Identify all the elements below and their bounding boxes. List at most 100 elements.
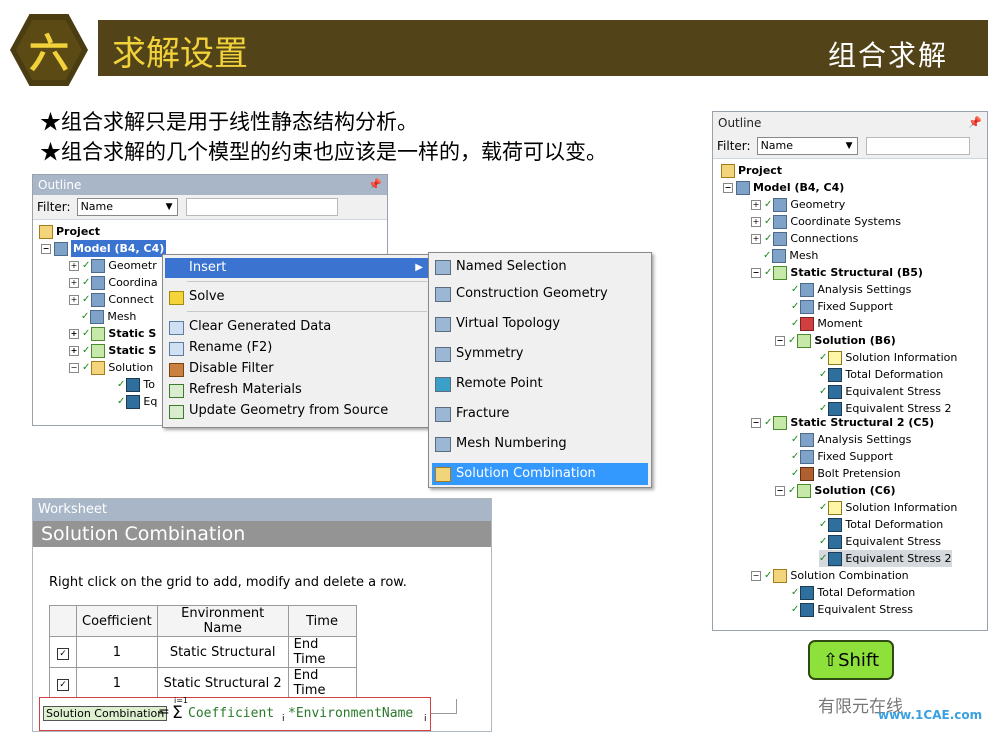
collapse-icon[interactable]: − [751, 570, 761, 581]
formula-box: Solution Combination = i=1 Σ Coefficient… [39, 696, 431, 731]
tree-combo-total-deformation[interactable]: ✓ Total Deformation [791, 584, 915, 601]
menu-item-refresh-materials[interactable]: Refresh Materials [165, 380, 429, 400]
menu-item-clear-generated-data[interactable]: Clear Generated Data [165, 317, 429, 337]
tree-static-structural-b5[interactable]: − ✓ Static Structural (B5) [751, 264, 923, 281]
menu-label: Insert [189, 260, 227, 275]
filter-select[interactable]: Name ▼ [756, 137, 858, 155]
table-row[interactable]: ✓ 1 Static Structural End Time [49, 636, 457, 668]
cell-time[interactable]: End Time [287, 667, 357, 699]
expand-icon[interactable]: + [751, 233, 761, 244]
collapse-icon[interactable]: − [69, 362, 79, 373]
tree-label: Bolt Pretension [817, 467, 901, 480]
tree-static-structural-c5[interactable]: − ✓ Static Structural 2 (C5) [751, 414, 934, 431]
collapse-icon[interactable]: − [751, 417, 761, 428]
expand-icon[interactable]: + [69, 328, 79, 339]
tree-bolt-pretension[interactable]: ✓ Bolt Pretension [791, 465, 901, 482]
collapse-icon[interactable]: − [751, 267, 761, 278]
menu-item-solve[interactable]: Solve [165, 287, 429, 307]
filter-icon [169, 363, 184, 377]
submenu-symmetry[interactable]: Symmetry [432, 343, 648, 365]
tree-label: Solution Information [845, 501, 958, 514]
menu-item-disable-filter[interactable]: Disable Filter [165, 359, 429, 379]
tree-equivalent-stress[interactable]: ✓ Equivalent Stress [819, 533, 941, 550]
submenu-solution-combination[interactable]: Solution Combination [432, 463, 648, 485]
expand-icon[interactable]: + [69, 345, 79, 356]
tree-analysis-settings[interactable]: ✓ Analysis Settings [791, 281, 911, 298]
tree-connections[interactable]: + ✓ Connect [69, 291, 154, 308]
menu-item-insert[interactable]: Insert ▶ [165, 258, 429, 278]
collapse-icon[interactable]: − [41, 243, 51, 254]
tree-static-1[interactable]: + ✓ Static S [69, 325, 156, 342]
tree-mesh[interactable]: ✓ Mesh [763, 247, 818, 264]
filter-select[interactable]: Name ▼ [76, 198, 178, 216]
tree-total-deformation[interactable]: ✓ To [117, 376, 155, 393]
cell-environment[interactable]: Static Structural [156, 636, 289, 668]
construction-geometry-icon [435, 287, 451, 302]
tree-analysis-settings[interactable]: ✓ Analysis Settings [791, 431, 911, 448]
tree-geometry[interactable]: + ✓ Geometry [751, 196, 845, 213]
tree-solution-information[interactable]: ✓ Solution Information [819, 499, 957, 516]
cell-environment[interactable]: Static Structural 2 [156, 667, 289, 699]
submenu-mesh-numbering[interactable]: Mesh Numbering [432, 433, 648, 455]
expand-icon[interactable]: + [751, 216, 761, 227]
filter-search-input[interactable] [185, 198, 338, 216]
tree-fixed-support[interactable]: ✓ Fixed Support [791, 448, 893, 465]
collapse-icon[interactable]: − [775, 335, 785, 346]
tree-coordinates[interactable]: + ✓ Coordina [69, 274, 158, 291]
collapse-icon[interactable]: − [775, 485, 785, 496]
tree-label: Total Deformation [845, 368, 944, 381]
tree-coordinate-systems[interactable]: + ✓ Coordinate Systems [751, 213, 901, 230]
tree-fixed-support[interactable]: ✓ Fixed Support [791, 298, 893, 315]
tree-solution-c6[interactable]: − ✓ Solution (C6) [775, 482, 896, 499]
check-icon: ✓ [819, 519, 828, 530]
cell-coefficient[interactable]: 1 [76, 667, 158, 699]
tree-solution-combo[interactable]: − ✓ Solution [69, 359, 153, 376]
tree-combo-equivalent-stress[interactable]: ✓ Equivalent Stress [791, 601, 913, 618]
row-checkbox[interactable]: ✓ [49, 667, 77, 699]
tree-solution-information[interactable]: ✓ Solution Information [819, 349, 957, 366]
tree-total-deformation[interactable]: ✓ Total Deformation [819, 516, 943, 533]
cell-time[interactable]: End Time [287, 636, 357, 668]
tree-equivalent-stress[interactable]: ✓ Equivalent Stress [819, 383, 941, 400]
submenu-construction-geometry[interactable]: Construction Geometry [432, 283, 648, 305]
table-header-empty [355, 605, 457, 637]
tree-static-2[interactable]: + ✓ Static S [69, 342, 156, 359]
menu-item-rename[interactable]: Rename (F2) [165, 338, 429, 358]
collapse-icon[interactable]: − [723, 182, 733, 193]
tree-equivalent-stress[interactable]: ✓ Eq [117, 393, 157, 410]
tree-model[interactable]: − Model (B4, C4) [723, 179, 844, 196]
tree-project[interactable]: Project [39, 223, 100, 240]
expand-icon[interactable]: + [69, 260, 79, 271]
submenu-remote-point[interactable]: Remote Point [432, 373, 648, 395]
expand-icon[interactable]: + [751, 199, 761, 210]
pin-icon[interactable]: 📌 [368, 175, 382, 195]
tree-solution-combination[interactable]: − ✓ Solution Combination [751, 567, 909, 584]
result-icon [126, 377, 141, 392]
filter-search-input[interactable] [865, 137, 970, 155]
tree-equivalent-stress-2[interactable]: ✓ Equivalent Stress 2 [819, 550, 952, 567]
model-icon [54, 241, 68, 256]
table-row[interactable]: ✓ 1 Static Structural 2 End Time [49, 667, 457, 699]
menu-label: Construction Geometry [456, 286, 608, 301]
submenu-virtual-topology[interactable]: Virtual Topology [432, 313, 648, 335]
row-checkbox[interactable]: ✓ [49, 636, 77, 668]
shift-button[interactable]: ⇧Shift [808, 640, 894, 680]
tree-mesh[interactable]: ✓ Mesh [81, 308, 136, 325]
pin-icon[interactable]: 📌 [968, 112, 982, 134]
tree-moment[interactable]: ✓ Moment [791, 315, 862, 332]
expand-icon[interactable]: + [69, 294, 79, 305]
tree-project[interactable]: Project [721, 162, 782, 179]
menu-item-update-geometry[interactable]: Update Geometry from Source [165, 401, 429, 421]
tree-total-deformation[interactable]: ✓ Total Deformation [819, 366, 943, 383]
chevron-down-icon: ▼ [845, 141, 853, 151]
expand-icon[interactable]: + [69, 277, 79, 288]
tree-connections[interactable]: + ✓ Connections [751, 230, 858, 247]
submenu-named-selection[interactable]: Named Selection [432, 256, 648, 278]
refresh-icon [169, 405, 184, 419]
tree-model[interactable]: − Model (B4, C4) [41, 240, 167, 257]
tree-geometry[interactable]: + ✓ Geometr [69, 257, 157, 274]
submenu-fracture[interactable]: Fracture [432, 403, 648, 425]
tree-solution-b6[interactable]: − ✓ Solution (B6) [775, 332, 896, 349]
cell-coefficient[interactable]: 1 [76, 636, 158, 668]
filter-label: Filter: [717, 139, 751, 153]
